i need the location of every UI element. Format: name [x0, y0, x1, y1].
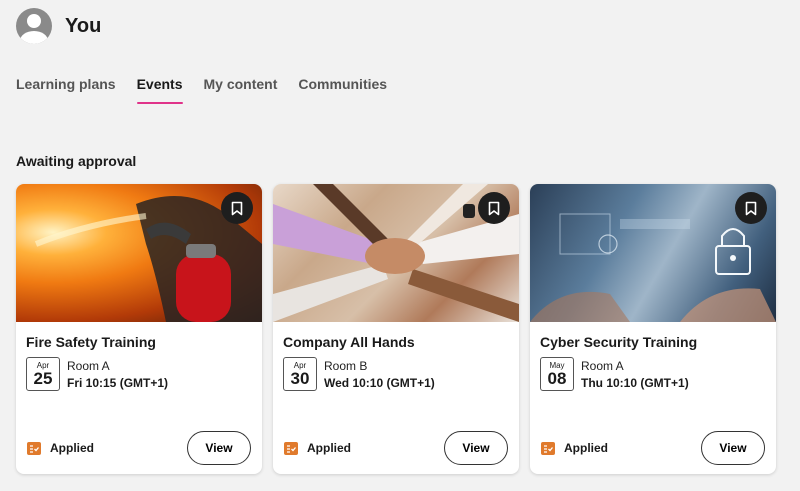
tab-communities[interactable]: Communities — [298, 76, 387, 98]
event-time: Thu 10:10 (GMT+1) — [581, 376, 689, 390]
event-room: Room A — [581, 359, 624, 373]
date-day: 25 — [33, 369, 53, 388]
bookmark-icon — [231, 201, 243, 215]
view-button[interactable]: View — [187, 431, 251, 465]
event-room: Room B — [324, 359, 368, 373]
event-title[interactable]: Cyber Security Training — [540, 334, 697, 350]
view-button[interactable]: View — [444, 431, 508, 465]
event-card[interactable]: Cyber Security Training May 08 Room A Th… — [530, 184, 776, 474]
status-label: Applied — [564, 441, 608, 455]
date-badge: Apr 30 — [283, 357, 317, 391]
tab-learning-plans[interactable]: Learning plans — [16, 76, 116, 98]
event-card[interactable]: Company All Hands Apr 30 Room B Wed 10:1… — [273, 184, 519, 474]
profile-header: You — [16, 8, 101, 44]
event-image — [273, 184, 519, 322]
event-room: Room A — [67, 359, 110, 373]
date-day: 30 — [290, 369, 310, 388]
bookmark-button[interactable] — [735, 192, 767, 224]
tab-my-content[interactable]: My content — [204, 76, 278, 98]
applied-status-icon — [284, 441, 298, 455]
bookmark-button[interactable] — [478, 192, 510, 224]
user-avatar-icon — [16, 8, 52, 44]
applied-status-icon — [541, 441, 555, 455]
event-title[interactable]: Fire Safety Training — [26, 334, 156, 350]
status-badge: Applied — [284, 441, 351, 455]
event-image — [530, 184, 776, 322]
status-label: Applied — [307, 441, 351, 455]
status-label: Applied — [50, 441, 94, 455]
date-badge: May 08 — [540, 357, 574, 391]
view-button[interactable]: View — [701, 431, 765, 465]
tab-events[interactable]: Events — [136, 76, 183, 104]
date-day: 08 — [547, 369, 567, 388]
event-card[interactable]: Fire Safety Training Apr 25 Room A Fri 1… — [16, 184, 262, 474]
bookmark-icon — [488, 201, 500, 215]
bookmark-icon — [745, 201, 757, 215]
status-badge: Applied — [541, 441, 608, 455]
section-title: Awaiting approval — [16, 153, 137, 169]
event-image — [16, 184, 262, 322]
page-title: You — [65, 14, 102, 37]
tab-bar: Learning plans Events My content Communi… — [16, 76, 408, 104]
event-time: Wed 10:10 (GMT+1) — [324, 376, 435, 390]
event-time: Fri 10:15 (GMT+1) — [67, 376, 169, 390]
date-badge: Apr 25 — [26, 357, 60, 391]
status-badge: Applied — [27, 441, 94, 455]
applied-status-icon — [27, 441, 41, 455]
bookmark-button[interactable] — [221, 192, 253, 224]
event-title[interactable]: Company All Hands — [283, 334, 415, 350]
